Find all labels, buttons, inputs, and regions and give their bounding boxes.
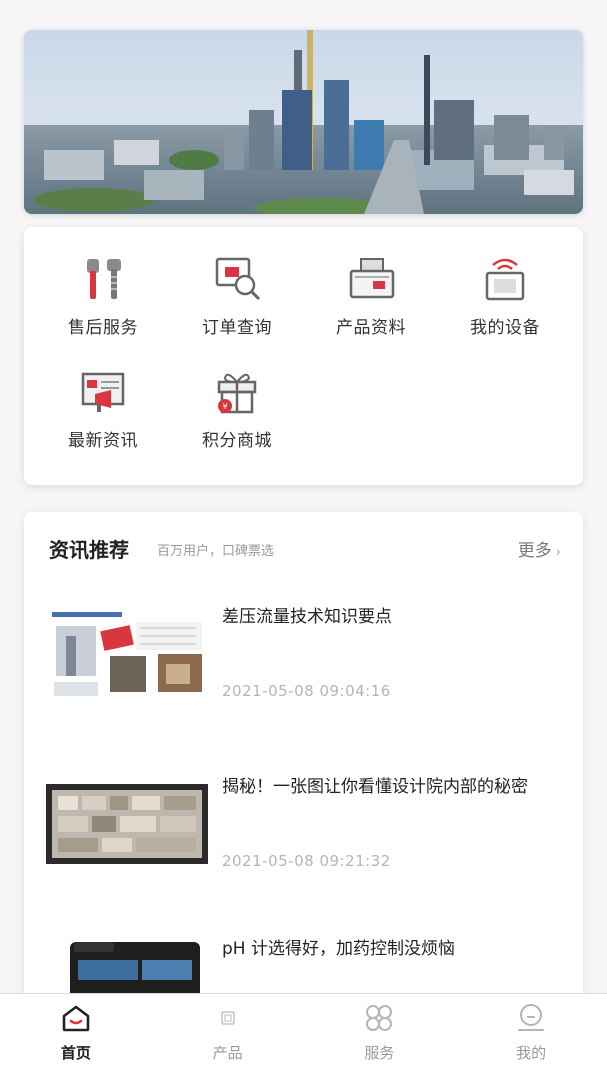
menu-item-product-docs[interactable]: 产品资料 — [304, 227, 438, 340]
tab-products[interactable]: 产品 — [152, 994, 304, 1080]
flow-diagram-thumbnail — [46, 606, 208, 706]
tab-label: 首页 — [60, 1044, 91, 1062]
tab-home[interactable]: 首页 — [0, 994, 152, 1080]
tab-mine[interactable]: 我的 — [455, 994, 607, 1080]
menu-label: 订单查询 — [202, 318, 272, 338]
office-floorplan-thumbnail — [46, 784, 208, 864]
tab-label: 我的 — [516, 1044, 547, 1062]
product-docs-icon — [349, 258, 395, 299]
menu-label: 产品资料 — [336, 318, 406, 338]
news-thumbnail — [46, 784, 208, 864]
order-search-icon — [215, 257, 261, 301]
news-list-item[interactable]: 揭秘！一张图让你看懂设计院内部的秘密 2021-05-08 09:21:32 — [46, 776, 561, 906]
news-headline: 揭秘！一张图让你看懂设计院内部的秘密 — [222, 777, 528, 797]
bottom-tab-bar: 首页 产品 服务 我的 — [0, 993, 607, 1080]
tab-services[interactable]: 服务 — [304, 994, 456, 1080]
quick-menu-card: 售后服务 订单查询 产品资料 我的设备 最新资讯 ¥ 积分商城 — [24, 227, 583, 485]
svg-text:¥: ¥ — [222, 402, 227, 411]
product-box-icon — [220, 1011, 235, 1025]
news-date: 2021-05-08 09:04:16 — [222, 682, 391, 700]
chevron-right-icon: › — [555, 545, 561, 560]
news-thumbnail — [46, 606, 208, 706]
news-list-item[interactable]: 差压流量技术知识要点 2021-05-08 09:04:16 — [46, 606, 561, 736]
more-link[interactable]: 更多 › — [518, 536, 561, 561]
news-header: 资讯推荐 百万用户，口碑票选 更多 › — [49, 534, 561, 564]
gift-icon: ¥ — [217, 373, 257, 414]
more-label: 更多 — [517, 541, 552, 561]
menu-item-points-mall[interactable]: ¥ 积分商城 — [170, 340, 304, 453]
news-date: 2021-05-08 09:21:32 — [222, 852, 391, 870]
section-subtitle: 百万用户，口碑票选 — [157, 544, 275, 559]
section-title: 资讯推荐 — [49, 538, 129, 562]
device-icon — [485, 258, 525, 301]
menu-item-latest-news[interactable]: 最新资讯 — [36, 340, 170, 453]
news-headline: 差压流量技术知识要点 — [222, 607, 392, 627]
menu-label: 最新资讯 — [68, 431, 138, 451]
tab-label: 产品 — [212, 1044, 243, 1062]
profile-icon — [518, 1004, 545, 1031]
menu-item-my-devices[interactable]: 我的设备 — [438, 227, 572, 340]
menu-label: 积分商城 — [202, 431, 272, 451]
news-recommend-card: 资讯推荐 百万用户，口碑票选 更多 › 差压流量技术知识要点 2021-05-0… — [24, 512, 583, 1032]
tab-label: 服务 — [364, 1044, 395, 1062]
menu-label: 我的设备 — [470, 318, 540, 338]
tools-icon — [87, 259, 121, 299]
banner-image[interactable] — [24, 30, 583, 214]
services-grid-icon — [366, 1005, 393, 1031]
menu-item-after-sales[interactable]: 售后服务 — [36, 227, 170, 340]
quick-menu-grid: 售后服务 订单查询 产品资料 我的设备 最新资讯 ¥ 积分商城 — [24, 227, 583, 453]
menu-label: 售后服务 — [68, 318, 138, 338]
news-headline: pH 计选得好，加药控制没烦恼 — [222, 939, 455, 959]
menu-item-order-query[interactable]: 订单查询 — [170, 227, 304, 340]
home-icon — [62, 1005, 90, 1032]
industrial-plant-photo — [24, 30, 583, 214]
news-icon — [81, 372, 125, 412]
